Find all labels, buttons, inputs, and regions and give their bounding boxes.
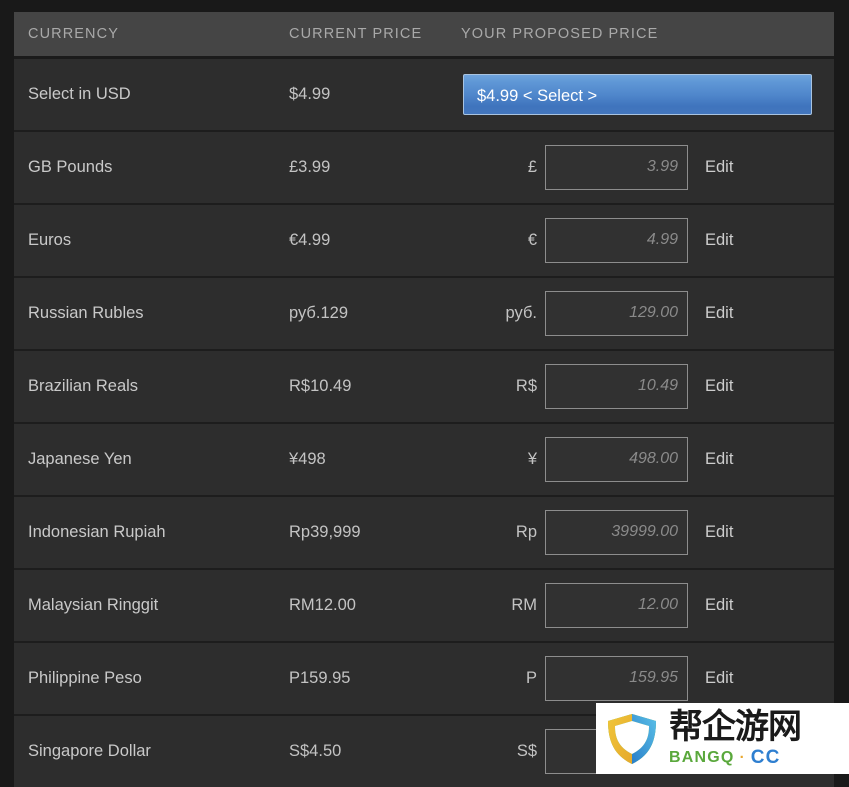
- current-price-value: ¥498: [289, 449, 326, 468]
- proposed-price-input[interactable]: [545, 144, 688, 190]
- proposed-price-input[interactable]: [545, 728, 688, 774]
- currency-price-table: CURRENCY CURRENT PRICE YOUR PROPOSED PRI…: [14, 12, 834, 787]
- currency-name: GB Pounds: [28, 157, 113, 176]
- current-price-value: руб.129: [289, 303, 348, 322]
- proposed-price-cell: RM Edit: [461, 569, 834, 642]
- column-header-currency: CURRENCY: [28, 25, 119, 42]
- proposed-price-input[interactable]: [545, 436, 688, 482]
- currency-symbol: RM: [511, 595, 537, 614]
- current-price-value: P159.95: [289, 668, 351, 687]
- table-row: Philippine Peso P159.95 P Edit: [14, 641, 834, 715]
- table-row: Japanese Yen ¥498 ¥ Edit: [14, 422, 834, 496]
- proposed-price-input[interactable]: [545, 363, 688, 409]
- currency-symbol: S$: [516, 741, 537, 760]
- proposed-price-input[interactable]: [545, 655, 688, 701]
- currency-name: Select in USD: [28, 84, 131, 103]
- currency-symbol: €: [527, 230, 537, 249]
- table-row: Select in USD $4.99 $4.99 < Select >: [14, 57, 834, 131]
- currency-name: Singapore Dollar: [28, 741, 151, 760]
- current-price-value: RM12.00: [289, 595, 356, 614]
- proposed-price-wrap: RM Edit: [461, 570, 834, 641]
- proposed-price-input[interactable]: [545, 509, 688, 555]
- table-row: Malaysian Ringgit RM12.00 RM Edit: [14, 568, 834, 642]
- edit-link[interactable]: Edit: [705, 158, 733, 177]
- proposed-price-cell: $4.99 < Select >: [461, 57, 834, 131]
- proposed-price-wrap: руб. Edit: [461, 278, 834, 349]
- proposed-price-cell: руб. Edit: [461, 277, 834, 350]
- table-row: Euros €4.99 € Edit: [14, 203, 834, 277]
- current-price-value: R$10.49: [289, 376, 352, 395]
- column-header-proposed-price: YOUR PROPOSED PRICE: [461, 25, 659, 42]
- edit-link[interactable]: Edit: [705, 231, 733, 250]
- currency-name: Brazilian Reals: [28, 376, 139, 395]
- proposed-price-cell: € Edit: [461, 204, 834, 277]
- proposed-price-input[interactable]: [545, 582, 688, 628]
- table-header-row: CURRENCY CURRENT PRICE YOUR PROPOSED PRI…: [14, 12, 834, 57]
- proposed-price-wrap: S$ Edit: [461, 716, 834, 787]
- table-header: CURRENCY CURRENT PRICE YOUR PROPOSED PRI…: [14, 12, 834, 57]
- currency-symbol: P: [525, 668, 537, 687]
- proposed-price-wrap: P Edit: [461, 643, 834, 714]
- currency-name: Japanese Yen: [28, 449, 132, 468]
- proposed-price-cell: Rp Edit: [461, 496, 834, 569]
- proposed-price-wrap: R$ Edit: [461, 351, 834, 422]
- column-header-current-price: CURRENT PRICE: [289, 25, 423, 42]
- usd-price-select-button[interactable]: $4.99 < Select >: [463, 73, 812, 115]
- table-row: Russian Rubles руб.129 руб. Edit: [14, 276, 834, 350]
- proposed-price-cell: £ Edit: [461, 131, 834, 204]
- currency-symbol: £: [527, 157, 537, 176]
- edit-link[interactable]: Edit: [705, 304, 733, 323]
- edit-link[interactable]: Edit: [705, 450, 733, 469]
- proposed-price-wrap: € Edit: [461, 205, 834, 276]
- proposed-price-cell: P Edit: [461, 642, 834, 715]
- proposed-price-input[interactable]: [545, 290, 688, 336]
- table-row: Indonesian Rupiah Rp39,999 Rp Edit: [14, 495, 834, 569]
- currency-symbol: ¥: [527, 449, 537, 468]
- table-row: GB Pounds £3.99 £ Edit: [14, 130, 834, 204]
- currency-pricing-panel: CURRENCY CURRENT PRICE YOUR PROPOSED PRI…: [0, 0, 849, 787]
- currency-name: Malaysian Ringgit: [28, 595, 159, 614]
- edit-link[interactable]: Edit: [705, 669, 733, 688]
- current-price-value: $4.99: [289, 84, 331, 103]
- proposed-price-cell: S$ Edit: [461, 715, 834, 787]
- proposed-price-wrap: £ Edit: [461, 132, 834, 203]
- currency-name: Euros: [28, 230, 72, 249]
- table-body: Select in USD $4.99 $4.99 < Select > GB Pou…: [14, 57, 834, 787]
- current-price-value: S$4.50: [289, 741, 342, 760]
- currency-symbol: R$: [515, 376, 537, 395]
- currency-name: Philippine Peso: [28, 668, 142, 687]
- proposed-price-wrap: ¥ Edit: [461, 424, 834, 495]
- edit-link[interactable]: Edit: [705, 742, 733, 761]
- proposed-price-cell: ¥ Edit: [461, 423, 834, 496]
- table-row: Singapore Dollar S$4.50 S$ Edit: [14, 714, 834, 787]
- table-row: Brazilian Reals R$10.49 R$ Edit: [14, 349, 834, 423]
- current-price-value: Rp39,999: [289, 522, 361, 541]
- current-price-value: £3.99: [289, 157, 331, 176]
- edit-link[interactable]: Edit: [705, 523, 733, 542]
- edit-link[interactable]: Edit: [705, 596, 733, 615]
- current-price-value: €4.99: [289, 230, 331, 249]
- currency-name: Indonesian Rupiah: [28, 522, 166, 541]
- proposed-price-wrap: Rp Edit: [461, 497, 834, 568]
- currency-symbol: Rp: [515, 522, 537, 541]
- currency-symbol: руб.: [505, 303, 537, 322]
- proposed-price-cell: R$ Edit: [461, 350, 834, 423]
- currency-name: Russian Rubles: [28, 303, 144, 322]
- edit-link[interactable]: Edit: [705, 377, 733, 396]
- proposed-price-input[interactable]: [545, 217, 688, 263]
- select-button-wrap: $4.99 < Select >: [461, 59, 834, 130]
